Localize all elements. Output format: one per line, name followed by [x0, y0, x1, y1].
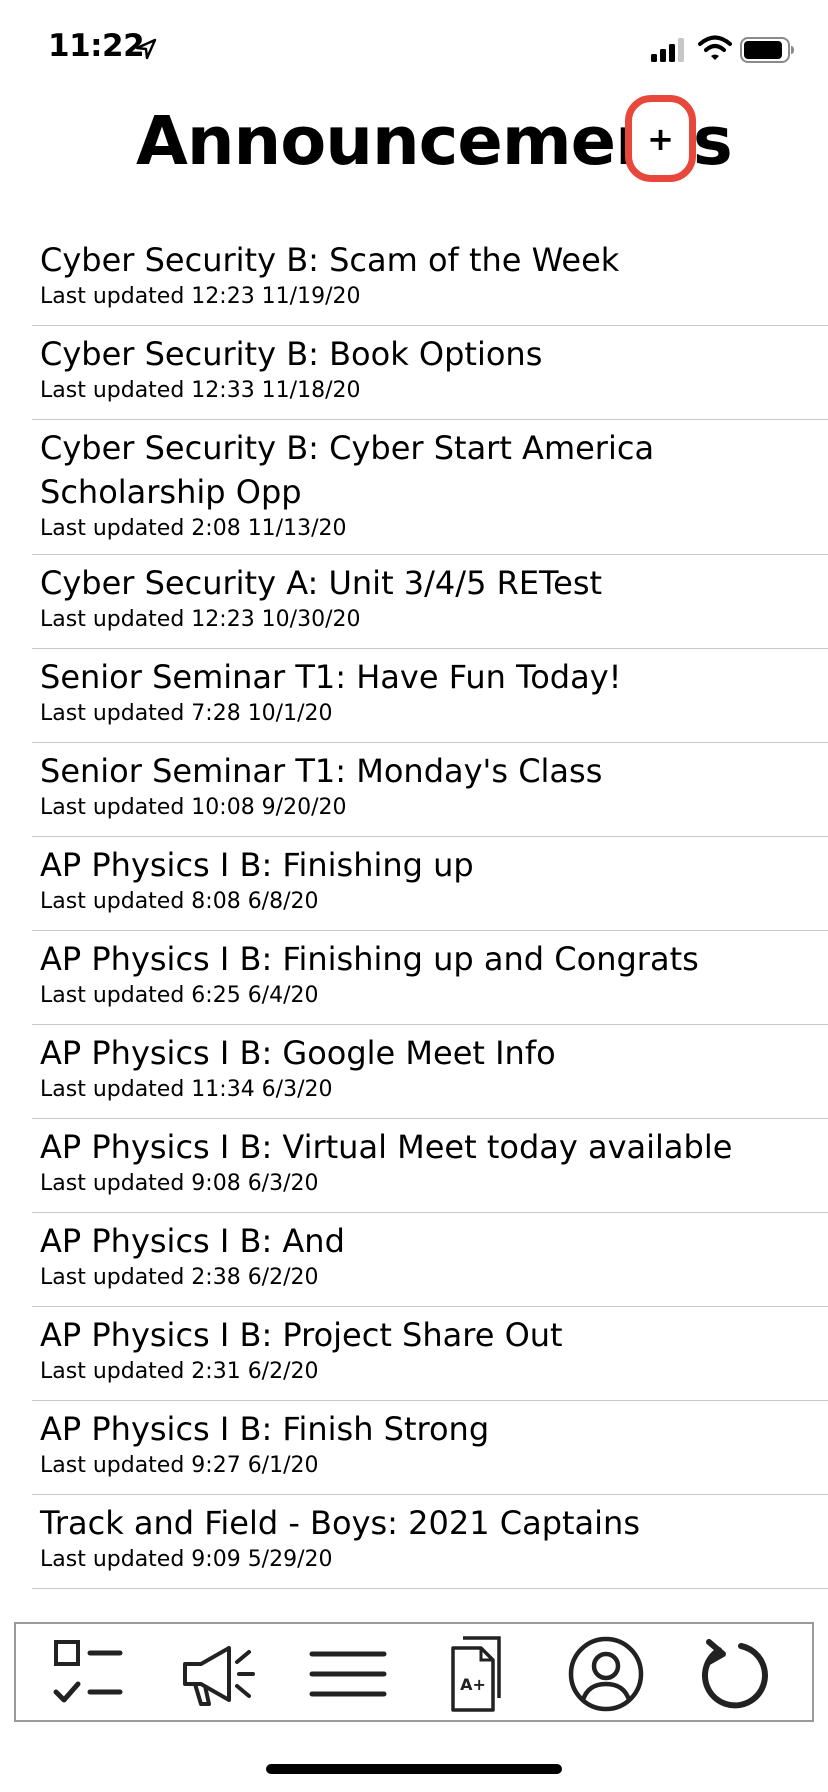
- announcement-updated: Last updated 9:08 6/3/20: [40, 1171, 319, 1196]
- announcement-updated: Last updated 11:34 6/3/20: [40, 1077, 333, 1102]
- tab-grades[interactable]: A+: [437, 1634, 517, 1714]
- menu-icon: [309, 1651, 387, 1697]
- wifi-icon: [698, 35, 732, 60]
- announcement-title: AP Physics I B: Finishing up: [40, 846, 474, 884]
- announcement-updated: Last updated 2:38 6/2/20: [40, 1265, 319, 1290]
- checklist-icon: [53, 1640, 123, 1703]
- announcement-title: AP Physics I B: Finishing up and Congrat…: [40, 940, 699, 978]
- announcement-title: Cyber Security B: Cyber Start America Sc…: [40, 429, 655, 511]
- announcement-title: Cyber Security B: Book Options: [40, 335, 543, 373]
- announcement-row[interactable]: Senior Seminar T1: Monday's Class Last up…: [32, 743, 828, 837]
- tab-profile[interactable]: [566, 1634, 646, 1714]
- announcement-title: AP Physics I B: Finish Strong: [40, 1410, 490, 1448]
- status-bar: 11:22: [0, 0, 828, 100]
- profile-icon: [568, 1636, 644, 1712]
- announcement-updated: Last updated 9:09 5/29/20: [40, 1547, 333, 1572]
- announcement-updated: Last updated 9:27 6/1/20: [40, 1453, 319, 1478]
- announcement-row[interactable]: Senior Seminar T1: Have Fun Today! Last u…: [32, 649, 828, 743]
- header: Announcements +: [0, 92, 828, 202]
- announcement-updated: Last updated 12:23 11/19/20: [40, 284, 361, 309]
- battery-icon: [740, 37, 794, 63]
- svg-text:A+: A+: [460, 1675, 486, 1694]
- tab-menu[interactable]: [308, 1634, 388, 1714]
- announcement-row[interactable]: Cyber Security B: Scam of the Week Last u…: [32, 232, 828, 326]
- announcement-row[interactable]: AP Physics I B: Finishing up and Congrat…: [32, 931, 828, 1025]
- announcement-updated: Last updated 6:25 6/4/20: [40, 983, 319, 1008]
- cellular-signal-icon: [651, 38, 684, 62]
- announcement-updated: Last updated 12:33 11/18/20: [40, 378, 361, 403]
- tab-bar: A+: [14, 1622, 814, 1722]
- announcement-updated: Last updated 12:23 10/30/20: [40, 607, 361, 632]
- status-time: 11:22: [48, 28, 145, 64]
- announcement-title: AP Physics I B: Google Meet Info: [40, 1034, 556, 1072]
- announcement-title: Senior Seminar T1: Have Fun Today!: [40, 658, 622, 696]
- announcement-title: AP Physics I B: Project Share Out: [40, 1316, 563, 1354]
- announcement-row[interactable]: AP Physics I B: Virtual Meet today avail…: [32, 1119, 828, 1213]
- announcement-row[interactable]: AP Physics I B: Google Meet Info Last upd…: [32, 1025, 828, 1119]
- announcement-row[interactable]: AP Physics I B: Project Share Out Last up…: [32, 1307, 828, 1401]
- megaphone-icon: [183, 1646, 255, 1706]
- announcement-row[interactable]: Cyber Security A: Unit 3/4/5 RETest Last …: [32, 555, 828, 649]
- announcement-row[interactable]: AP Physics I B: And Last updated 2:38 6/2…: [32, 1213, 828, 1307]
- announcement-title: Senior Seminar T1: Monday's Class: [40, 752, 603, 790]
- home-indicator[interactable]: [266, 1764, 562, 1774]
- announcement-row[interactable]: Cyber Security B: Cyber Start America Sc…: [32, 420, 828, 555]
- announcement-updated: Last updated 2:08 11/13/20: [40, 516, 347, 541]
- announcement-title: Track and Field - Boys: 2021 Captains: [40, 1504, 640, 1542]
- add-announcement-button[interactable]: +: [625, 95, 696, 182]
- announcement-title: Cyber Security B: Scam of the Week: [40, 241, 620, 279]
- announcement-title: AP Physics I B: And: [40, 1222, 345, 1260]
- announcement-updated: Last updated 2:31 6/2/20: [40, 1359, 319, 1384]
- announcement-updated: Last updated 10:08 9/20/20: [40, 795, 347, 820]
- tab-announcements[interactable]: [179, 1634, 259, 1714]
- announcement-updated: Last updated 7:28 10/1/20: [40, 701, 333, 726]
- announcement-list: Cyber Security B: Scam of the Week Last u…: [32, 232, 828, 1589]
- tab-refresh[interactable]: [695, 1634, 775, 1714]
- announcement-title: AP Physics I B: Virtual Meet today avail…: [40, 1128, 733, 1166]
- tab-assignments[interactable]: [50, 1634, 130, 1714]
- announcement-row[interactable]: Cyber Security B: Book Options Last updat…: [32, 326, 828, 420]
- announcement-row[interactable]: Track and Field - Boys: 2021 Captains Las…: [32, 1495, 828, 1589]
- announcement-row[interactable]: AP Physics I B: Finishing up Last updated…: [32, 837, 828, 931]
- refresh-icon: [702, 1639, 768, 1709]
- announcement-updated: Last updated 8:08 6/8/20: [40, 889, 319, 914]
- location-arrow-icon: [135, 38, 157, 60]
- announcement-title: Cyber Security A: Unit 3/4/5 RETest: [40, 564, 603, 602]
- grades-document-icon: A+: [451, 1636, 501, 1712]
- announcement-row[interactable]: AP Physics I B: Finish Strong Last update…: [32, 1401, 828, 1495]
